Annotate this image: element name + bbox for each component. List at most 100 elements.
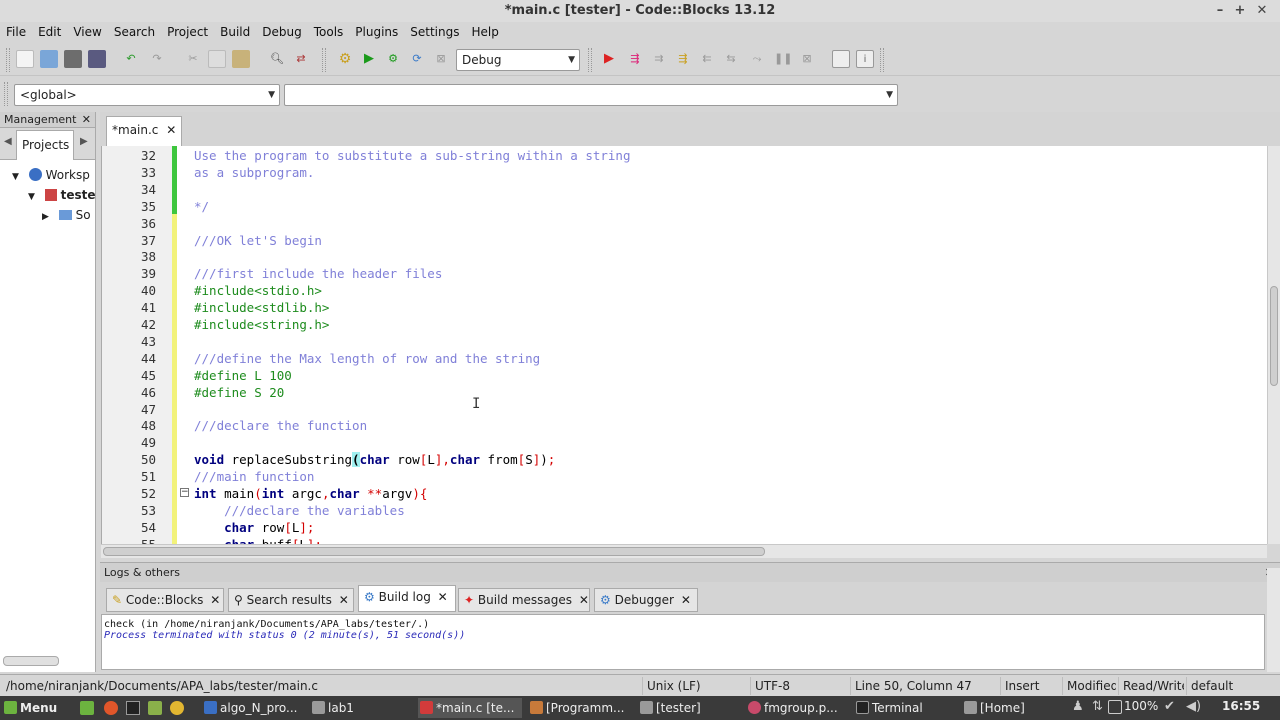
debug-windows-icon[interactable]: [832, 50, 850, 68]
save-all-icon[interactable]: [88, 50, 106, 68]
expand-icon[interactable]: ▶: [42, 212, 49, 222]
management-hscrollbar[interactable]: [3, 656, 59, 666]
scroll-left-icon[interactable]: ◀: [4, 136, 12, 147]
step-out-icon[interactable]: ⇇: [698, 50, 716, 68]
terminal-icon[interactable]: [126, 701, 140, 715]
menu-debug[interactable]: Debug: [256, 22, 307, 42]
tab-main-c[interactable]: *main.c ✕: [106, 116, 182, 146]
tab-search-results[interactable]: ⚲ Search results ✕: [228, 588, 354, 612]
editor-hscrollbar[interactable]: [101, 544, 1267, 558]
close-tab-icon[interactable]: ✕: [438, 590, 448, 604]
menu-help[interactable]: Help: [465, 22, 504, 42]
tree-item-sources[interactable]: ▶ So: [42, 208, 96, 222]
battery-icon[interactable]: [1108, 700, 1122, 714]
toolbar-grip-4[interactable]: [880, 48, 884, 72]
code-line: ///OK let'S begin: [194, 232, 322, 248]
task-home[interactable]: [Home]: [962, 698, 1066, 718]
close-tab-icon[interactable]: ✕: [579, 593, 589, 607]
menu-tools[interactable]: Tools: [308, 22, 350, 42]
shield-icon[interactable]: ✔: [1164, 699, 1175, 714]
chrome-icon[interactable]: [170, 701, 184, 715]
files-icon[interactable]: [148, 701, 162, 715]
pause-icon[interactable]: ❚❚: [774, 50, 792, 68]
close-tab-icon[interactable]: ✕: [210, 593, 220, 607]
task-main-c[interactable]: *main.c [te...: [418, 698, 522, 718]
fold-icon[interactable]: −: [180, 488, 189, 497]
show-desktop-icon[interactable]: [80, 701, 94, 715]
menu-search[interactable]: Search: [108, 22, 161, 42]
tree-item-workspace[interactable]: ▼ Worksp: [12, 168, 96, 182]
step-into-icon[interactable]: ⇶: [674, 50, 692, 68]
close-tab-icon[interactable]: ✕: [339, 593, 349, 607]
tab-codeblocks-log[interactable]: ✎ Code::Blocks ✕: [106, 588, 224, 612]
next-line-icon[interactable]: ⇉: [650, 50, 668, 68]
menu-file[interactable]: File: [0, 22, 32, 42]
cut-icon[interactable]: ✂: [184, 50, 202, 68]
user-icon[interactable]: ♟: [1072, 699, 1084, 714]
task-tester[interactable]: [tester]: [638, 698, 742, 718]
step-into-instruction-icon[interactable]: ⤳: [748, 50, 766, 68]
firefox-icon[interactable]: [104, 701, 118, 715]
tab-debugger[interactable]: ⚙ Debugger ✕: [594, 588, 698, 612]
close-icon[interactable]: ✕: [1252, 0, 1272, 22]
debug-start-icon[interactable]: ▶: [600, 50, 618, 68]
build-log-output[interactable]: check (in /home/niranjank/Documents/APA_…: [101, 614, 1265, 670]
collapse-icon[interactable]: ▼: [12, 172, 19, 182]
maximize-icon[interactable]: +: [1230, 0, 1250, 22]
run-to-cursor-icon[interactable]: ⇶: [626, 50, 644, 68]
task-programming[interactable]: [Programm...: [528, 698, 640, 718]
close-tab-icon[interactable]: ✕: [681, 593, 691, 607]
menu-view[interactable]: View: [67, 22, 107, 42]
undo-icon[interactable]: ↶: [122, 50, 140, 68]
tab-projects[interactable]: Projects: [16, 130, 74, 160]
build-icon[interactable]: ⚙: [336, 50, 354, 68]
redo-icon[interactable]: ↷: [148, 50, 166, 68]
menu-build[interactable]: Build: [214, 22, 256, 42]
toolbar-grip-2[interactable]: [322, 48, 326, 72]
find-icon[interactable]: 🔍︎: [268, 50, 286, 68]
start-menu-button[interactable]: Menu: [2, 698, 72, 718]
minimize-icon[interactable]: –: [1210, 0, 1230, 22]
task-terminal[interactable]: Terminal: [854, 698, 958, 718]
info-icon[interactable]: i: [856, 50, 874, 68]
build-and-run-icon[interactable]: ⚙: [384, 50, 402, 68]
scope-select[interactable]: <global> ▼: [14, 84, 280, 106]
menu-plugins[interactable]: Plugins: [349, 22, 404, 42]
save-icon[interactable]: [64, 50, 82, 68]
paste-icon[interactable]: [232, 50, 250, 68]
network-icon[interactable]: ⇅: [1092, 699, 1103, 714]
new-file-icon[interactable]: [16, 50, 34, 68]
tab-build-log[interactable]: ⚙ Build log ✕: [358, 585, 456, 612]
build-target-select[interactable]: Debug ▼: [456, 49, 580, 71]
menu-edit[interactable]: Edit: [32, 22, 67, 42]
next-instruction-icon[interactable]: ⇆: [722, 50, 740, 68]
toolbar-grip-5[interactable]: [4, 82, 8, 106]
task-fmgroup[interactable]: fmgroup.p...: [746, 698, 858, 718]
scroll-right-icon[interactable]: ▶: [80, 136, 88, 147]
menu-settings[interactable]: Settings: [404, 22, 465, 42]
task-algo[interactable]: algo_N_pro...: [202, 698, 302, 718]
task-lab1[interactable]: lab1: [310, 698, 414, 718]
close-icon[interactable]: ✕: [82, 112, 91, 128]
editor-vscrollbar[interactable]: [1267, 146, 1280, 544]
symbol-select[interactable]: ▼: [284, 84, 898, 106]
run-icon[interactable]: ▶: [360, 50, 378, 68]
open-file-icon[interactable]: [40, 50, 58, 68]
toolbar-grip-3[interactable]: [588, 48, 592, 72]
hscroll-thumb[interactable]: [103, 547, 765, 556]
menu-project[interactable]: Project: [161, 22, 214, 42]
abort-icon[interactable]: ⊠: [432, 50, 450, 68]
tab-build-messages[interactable]: ✦ Build messages ✕: [458, 588, 590, 612]
stop-debug-icon[interactable]: ⊠: [798, 50, 816, 68]
replace-icon[interactable]: ⇄: [292, 50, 310, 68]
logs-vscrollbar[interactable]: [1267, 568, 1280, 672]
toolbar-grip[interactable]: [6, 48, 10, 72]
volume-icon[interactable]: ◀): [1186, 699, 1201, 714]
copy-icon[interactable]: [208, 50, 226, 68]
code-editor[interactable]: 32 33 34 35 36 37 38 39 40 41 42 43 44 45 46 47 48 49 50 51…: [101, 146, 1267, 544]
rebuild-icon[interactable]: ⟳: [408, 50, 426, 68]
vscroll-thumb[interactable]: [1270, 286, 1278, 386]
close-tab-icon[interactable]: ✕: [166, 123, 176, 137]
tree-item-project[interactable]: ▼ teste: [28, 188, 96, 202]
collapse-icon[interactable]: ▼: [28, 192, 35, 202]
